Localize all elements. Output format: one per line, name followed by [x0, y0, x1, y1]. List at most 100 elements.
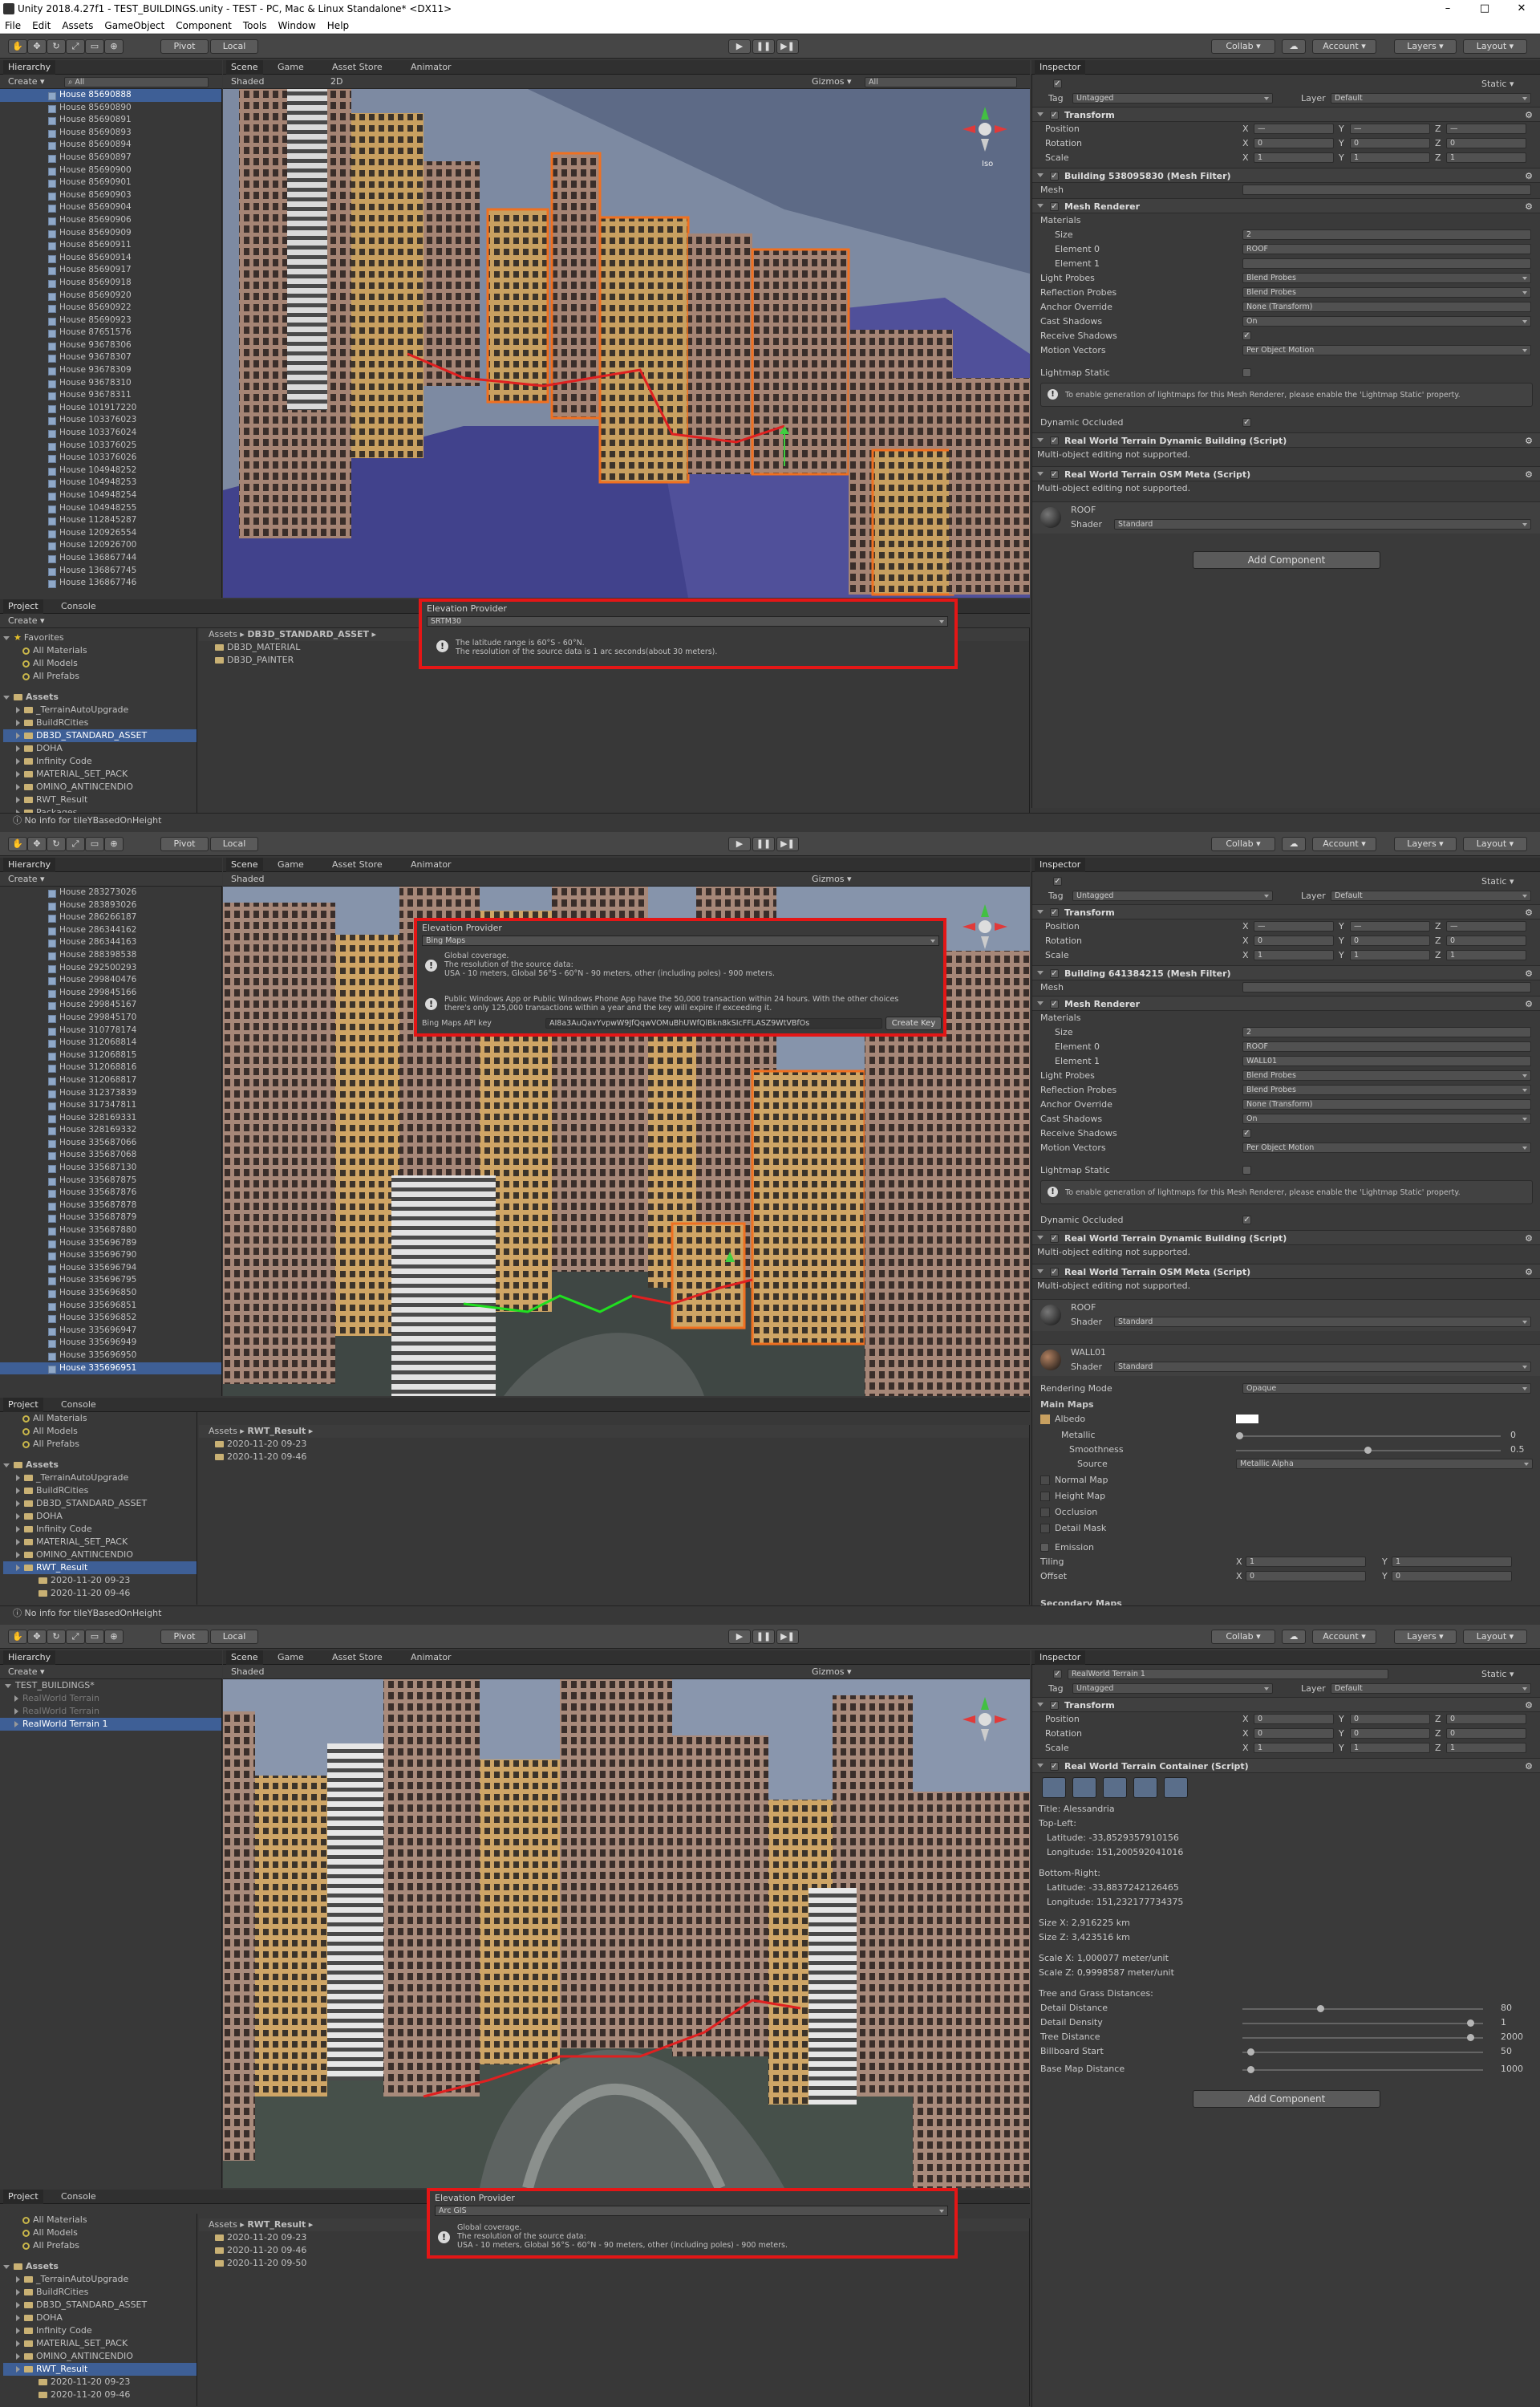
expand-arrow-icon[interactable] [16, 707, 20, 713]
expand-arrow-icon[interactable] [16, 745, 20, 752]
close-icon[interactable]: ✕ [1503, 0, 1540, 18]
scene-orientation-gizmo[interactable] [961, 1695, 1009, 1743]
expand-arrow-icon[interactable] [16, 797, 20, 803]
tab-animator[interactable]: Animator [406, 60, 456, 75]
elevation-provider-dropdown[interactable]: Bing Maps [422, 936, 939, 946]
rot-x-field[interactable]: 0 [1254, 138, 1334, 148]
hierarchy-item[interactable]: House 85690914 [0, 252, 221, 265]
transform-tool-button[interactable]: ⊕ [104, 837, 124, 851]
gizmos-dropdown[interactable]: Gizmos ▾ [807, 872, 857, 887]
tab-animator[interactable]: Animator [406, 1650, 456, 1665]
project-folder-item[interactable]: OMINO_ANTINCENDIO [3, 781, 197, 794]
source-dropdown[interactable]: Metallic Alpha [1236, 1459, 1533, 1469]
hierarchy-item[interactable]: House 312068816 [0, 1061, 221, 1074]
expand-arrow-icon[interactable] [16, 2289, 20, 2295]
menu-help[interactable]: Help [327, 18, 349, 33]
tab-hierarchy[interactable]: Hierarchy [3, 60, 56, 75]
account-button[interactable]: Account ▾ [1312, 837, 1376, 851]
hierarchy-item[interactable]: House 328169332 [0, 1124, 221, 1137]
favorite-item[interactable]: All Materials [3, 644, 197, 657]
project-folder-item[interactable]: OMINO_ANTINCENDIO [3, 1549, 197, 1561]
tab-console[interactable]: Console [56, 1398, 101, 1412]
rot-y-field[interactable]: 0 [1350, 1728, 1430, 1739]
component-settings-icon[interactable]: ⚙ [1525, 905, 1533, 920]
mesh-field[interactable] [1242, 185, 1531, 195]
pos-z-field[interactable]: — [1446, 921, 1526, 932]
tab-animator[interactable]: Animator [406, 858, 456, 872]
pause-button[interactable]: ❚❚ [752, 1630, 775, 1644]
project-folder-item[interactable]: MATERIAL_SET_PACK [3, 2337, 197, 2350]
layout-button[interactable]: Layout ▾ [1463, 1630, 1527, 1644]
shading-mode-dropdown[interactable]: Shaded [226, 75, 269, 89]
rot-y-field[interactable]: 0 [1350, 936, 1430, 946]
expand-arrow-icon[interactable] [16, 1552, 20, 1558]
tab-asset-store[interactable]: Asset Store [327, 1650, 387, 1665]
component-settings-icon[interactable]: ⚙ [1525, 108, 1533, 123]
material-element-1-field[interactable]: WALL01 [1242, 1056, 1531, 1066]
favorite-item[interactable]: All Models [3, 1425, 197, 1438]
hierarchy-item[interactable]: House 335696947 [0, 1325, 221, 1337]
slider-handle[interactable] [1247, 2066, 1254, 2073]
move-tool-button[interactable]: ✥ [27, 1630, 47, 1644]
pos-y-field[interactable]: — [1350, 921, 1430, 932]
enable-checkbox[interactable]: ✓ [1050, 202, 1059, 211]
breadcrumb-item[interactable]: Assets [209, 629, 237, 639]
hierarchy-item[interactable]: RealWorld Terrain [0, 1705, 221, 1718]
scale-y-field[interactable]: 1 [1350, 1743, 1430, 1753]
tab-inspector[interactable]: Inspector [1035, 1650, 1086, 1665]
rot-x-field[interactable]: 0 [1254, 936, 1334, 946]
rot-x-field[interactable]: 0 [1254, 1728, 1334, 1739]
hierarchy-item[interactable]: House 87651576 [0, 327, 221, 339]
expand-arrow-icon[interactable] [16, 720, 20, 726]
menu-gameobject[interactable]: GameObject [104, 18, 164, 33]
hierarchy-item[interactable]: House 85690900 [0, 164, 221, 177]
cloud-button[interactable]: ☁ [1282, 39, 1306, 54]
rect-tool-button[interactable]: ▭ [85, 39, 104, 54]
rot-z-field[interactable]: 0 [1446, 138, 1526, 148]
step-button[interactable]: ▶❚ [776, 1630, 799, 1644]
tab-project[interactable]: Project [3, 1398, 43, 1412]
hierarchy-item[interactable]: House 93678309 [0, 364, 221, 377]
project-folder-item[interactable]: Infinity Code [3, 755, 197, 768]
project-folder-item[interactable]: DOHA [3, 1510, 197, 1523]
hierarchy-item[interactable]: House 85690917 [0, 264, 221, 277]
project-folder-item[interactable]: DB3D_STANDARD_ASSET [3, 729, 197, 742]
scale-tool-button[interactable]: ⤢ [66, 1630, 85, 1644]
shader-dropdown[interactable]: Standard [1114, 1317, 1531, 1327]
component-settings-icon[interactable]: ⚙ [1525, 168, 1533, 184]
hierarchy-item[interactable]: House 299845167 [0, 999, 221, 1012]
layer-dropdown[interactable]: Default [1331, 93, 1531, 104]
hierarchy-item[interactable]: House 335687876 [0, 1187, 221, 1199]
hierarchy-item[interactable]: House 85690909 [0, 227, 221, 240]
material-element-0-field[interactable]: ROOF [1242, 1041, 1531, 1052]
expand-arrow-icon[interactable] [3, 695, 10, 700]
cloud-button[interactable]: ☁ [1282, 1630, 1306, 1644]
hierarchy-create-button[interactable]: Create ▾ [3, 872, 50, 887]
play-button[interactable]: ▶ [728, 39, 751, 54]
component-settings-icon[interactable]: ⚙ [1525, 1231, 1533, 1246]
hierarchy-item[interactable]: House 335687068 [0, 1149, 221, 1162]
step-button[interactable]: ▶❚ [776, 39, 799, 54]
inspector-field[interactable]: 2 [1242, 229, 1531, 240]
slider-handle[interactable] [1317, 2005, 1324, 2012]
pos-x-field[interactable]: — [1254, 921, 1334, 932]
map-icon[interactable] [1072, 1777, 1096, 1798]
tab-game[interactable]: Game [273, 1650, 309, 1665]
scale-tool-button[interactable]: ⤢ [66, 837, 85, 851]
hierarchy-item[interactable]: House 103376026 [0, 452, 221, 465]
assets-header[interactable]: Assets [3, 691, 197, 704]
hierarchy-item[interactable]: House 312068814 [0, 1037, 221, 1049]
light-probes-dropdown[interactable]: Blend Probes [1242, 273, 1531, 283]
rotate-tool-button[interactable]: ↻ [47, 1630, 66, 1644]
file-item[interactable]: 2020-11-20 09-23 [199, 1438, 1029, 1451]
tab-project[interactable]: Project [3, 2190, 43, 2204]
step-button[interactable]: ▶❚ [776, 837, 799, 851]
static-toggle[interactable]: Static ▾ [1481, 1668, 1514, 1681]
static-toggle[interactable]: Static ▾ [1481, 78, 1514, 91]
hierarchy-item[interactable]: House 335687875 [0, 1175, 221, 1187]
tree-dist-slider[interactable] [1242, 2034, 1483, 2041]
expand-arrow-icon[interactable] [1037, 438, 1044, 442]
active-checkbox[interactable]: ✓ [1053, 877, 1062, 886]
pos-z-field[interactable]: — [1446, 124, 1526, 134]
elevation-provider-dropdown[interactable]: SRTM30 [427, 616, 948, 627]
